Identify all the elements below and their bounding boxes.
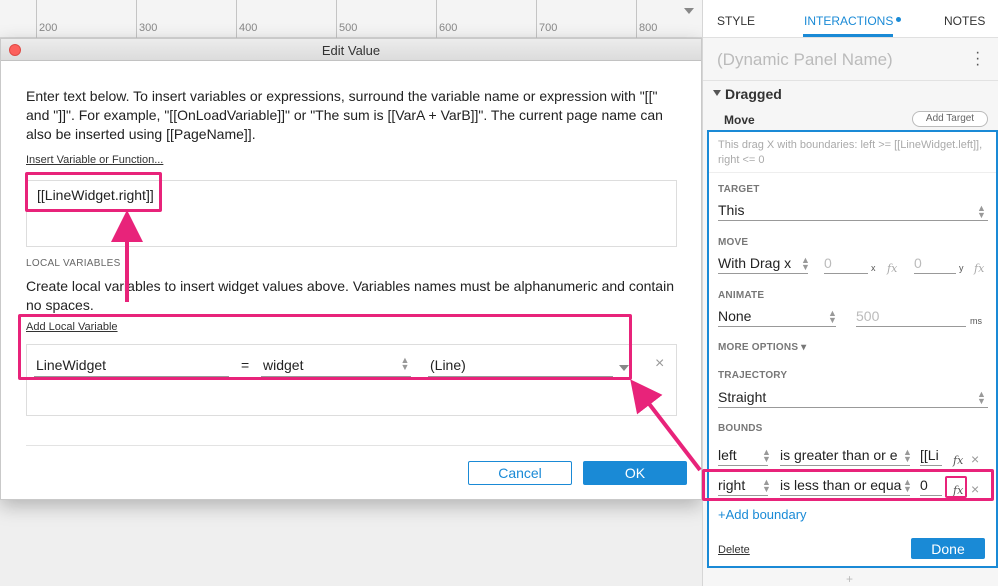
action-divider <box>709 172 996 173</box>
target-select[interactable]: This <box>718 201 988 221</box>
local-variables-heading: LOCAL VARIABLES <box>26 258 121 269</box>
action-row: Move Add Target <box>703 108 998 132</box>
insert-variable-link[interactable]: Insert Variable or Function... <box>26 154 163 166</box>
remove-local-variable-icon[interactable]: × <box>655 355 664 373</box>
chevron-updown-icon: ▲ ▼ <box>977 203 986 220</box>
highlight-expression <box>25 172 162 212</box>
ruler-label: 600 <box>439 22 458 34</box>
tab-notes[interactable]: NOTES <box>944 14 985 28</box>
ruler-label: 700 <box>539 22 558 34</box>
ruler-dropdown-icon[interactable] <box>684 8 694 14</box>
remove-bound-icon[interactable]: × <box>971 451 979 467</box>
bound-value-input[interactable]: [[Li <box>920 446 942 466</box>
more-vertical-icon[interactable]: · · · <box>975 45 980 73</box>
ok-button[interactable]: OK <box>583 461 687 485</box>
chevron-updown-icon: ▲ ▼ <box>762 447 771 464</box>
move-label: MOVE <box>718 237 749 248</box>
ruler-tick <box>36 0 37 38</box>
trajectory-select[interactable]: Straight <box>718 388 988 408</box>
move-y-input[interactable]: 0 <box>914 254 956 274</box>
ruler-label: 300 <box>139 22 158 34</box>
bound-operator-select[interactable]: is greater than or e <box>780 446 910 466</box>
bound-side-select[interactable]: left <box>718 446 768 466</box>
trajectory-label: TRAJECTORY <box>718 370 788 381</box>
more-options-toggle[interactable]: MORE OPTIONS ▾ <box>718 342 806 353</box>
chevron-updown-icon: ▲ ▼ <box>828 308 837 325</box>
add-boundary-link[interactable]: +Add boundary <box>718 507 807 522</box>
ruler-tick <box>536 0 537 38</box>
chevron-updown-icon: ▲ ▼ <box>801 255 810 272</box>
ruler-tick <box>436 0 437 38</box>
ruler-label: 800 <box>639 22 658 34</box>
ruler-tick <box>636 0 637 38</box>
tab-interactions[interactable]: INTERACTIONS <box>804 14 893 28</box>
ruler-label: 400 <box>239 22 258 34</box>
event-name[interactable]: Dragged <box>725 86 782 102</box>
inspector-tabs: STYLE INTERACTIONS NOTES <box>703 0 998 38</box>
tab-style[interactable]: STYLE <box>717 14 755 28</box>
dialog-titlebar[interactable]: Edit Value <box>1 39 701 61</box>
animate-duration-input[interactable]: 500 <box>856 307 966 327</box>
ruler-tick <box>336 0 337 38</box>
fx-icon[interactable]: fx <box>953 454 963 467</box>
bounds-label: BOUNDS <box>718 423 763 434</box>
indicator-dot-icon <box>896 17 901 22</box>
panel-divider <box>703 80 998 81</box>
action-editor: This drag X with boundaries: left >= [[L… <box>707 130 998 568</box>
active-tab-underline <box>803 34 893 37</box>
widget-name-input[interactable]: (Dynamic Panel Name) <box>717 50 893 70</box>
dialog-divider <box>26 445 677 446</box>
y-unit: y <box>959 263 964 273</box>
ruler-tick <box>136 0 137 38</box>
done-button[interactable]: Done <box>911 538 985 559</box>
animate-select[interactable]: None <box>718 307 836 327</box>
animate-label: ANIMATE <box>718 290 765 301</box>
fx-icon[interactable]: fx <box>887 262 897 275</box>
add-target-button[interactable]: Add Target <box>912 111 988 127</box>
move-x-input[interactable]: 0 <box>824 254 868 274</box>
dialog-title: Edit Value <box>321 43 381 58</box>
ruler-label: 500 <box>339 22 358 34</box>
horizontal-ruler: 200 300 400 500 600 700 800 <box>0 0 702 38</box>
target-label: TARGET <box>718 184 760 195</box>
chevron-updown-icon: ▲ ▼ <box>903 447 912 464</box>
cancel-button[interactable]: Cancel <box>468 461 572 485</box>
edit-value-dialog: Edit Value Enter text below. To insert v… <box>0 38 702 500</box>
move-type-select[interactable]: With Drag x <box>718 254 808 274</box>
x-unit: x <box>871 263 876 273</box>
highlight-fx-button <box>945 476 967 498</box>
ruler-tick <box>236 0 237 38</box>
highlight-local-variable <box>18 314 632 380</box>
ruler-label: 200 <box>39 22 58 34</box>
fx-icon[interactable]: fx <box>974 262 984 275</box>
local-variables-description: Create local variables to insert widget … <box>26 278 674 313</box>
delete-action-link[interactable]: Delete <box>718 544 750 556</box>
action-description: This drag X with boundaries: left >= [[L… <box>718 139 983 166</box>
dialog-instructions: Enter text below. To insert variables or… <box>26 88 663 142</box>
ms-unit: ms <box>970 316 982 326</box>
caret-down-icon[interactable] <box>713 90 721 96</box>
add-interaction-icon[interactable]: + <box>846 572 853 586</box>
chevron-updown-icon: ▲ ▼ <box>977 389 986 406</box>
action-name[interactable]: Move <box>724 113 755 127</box>
